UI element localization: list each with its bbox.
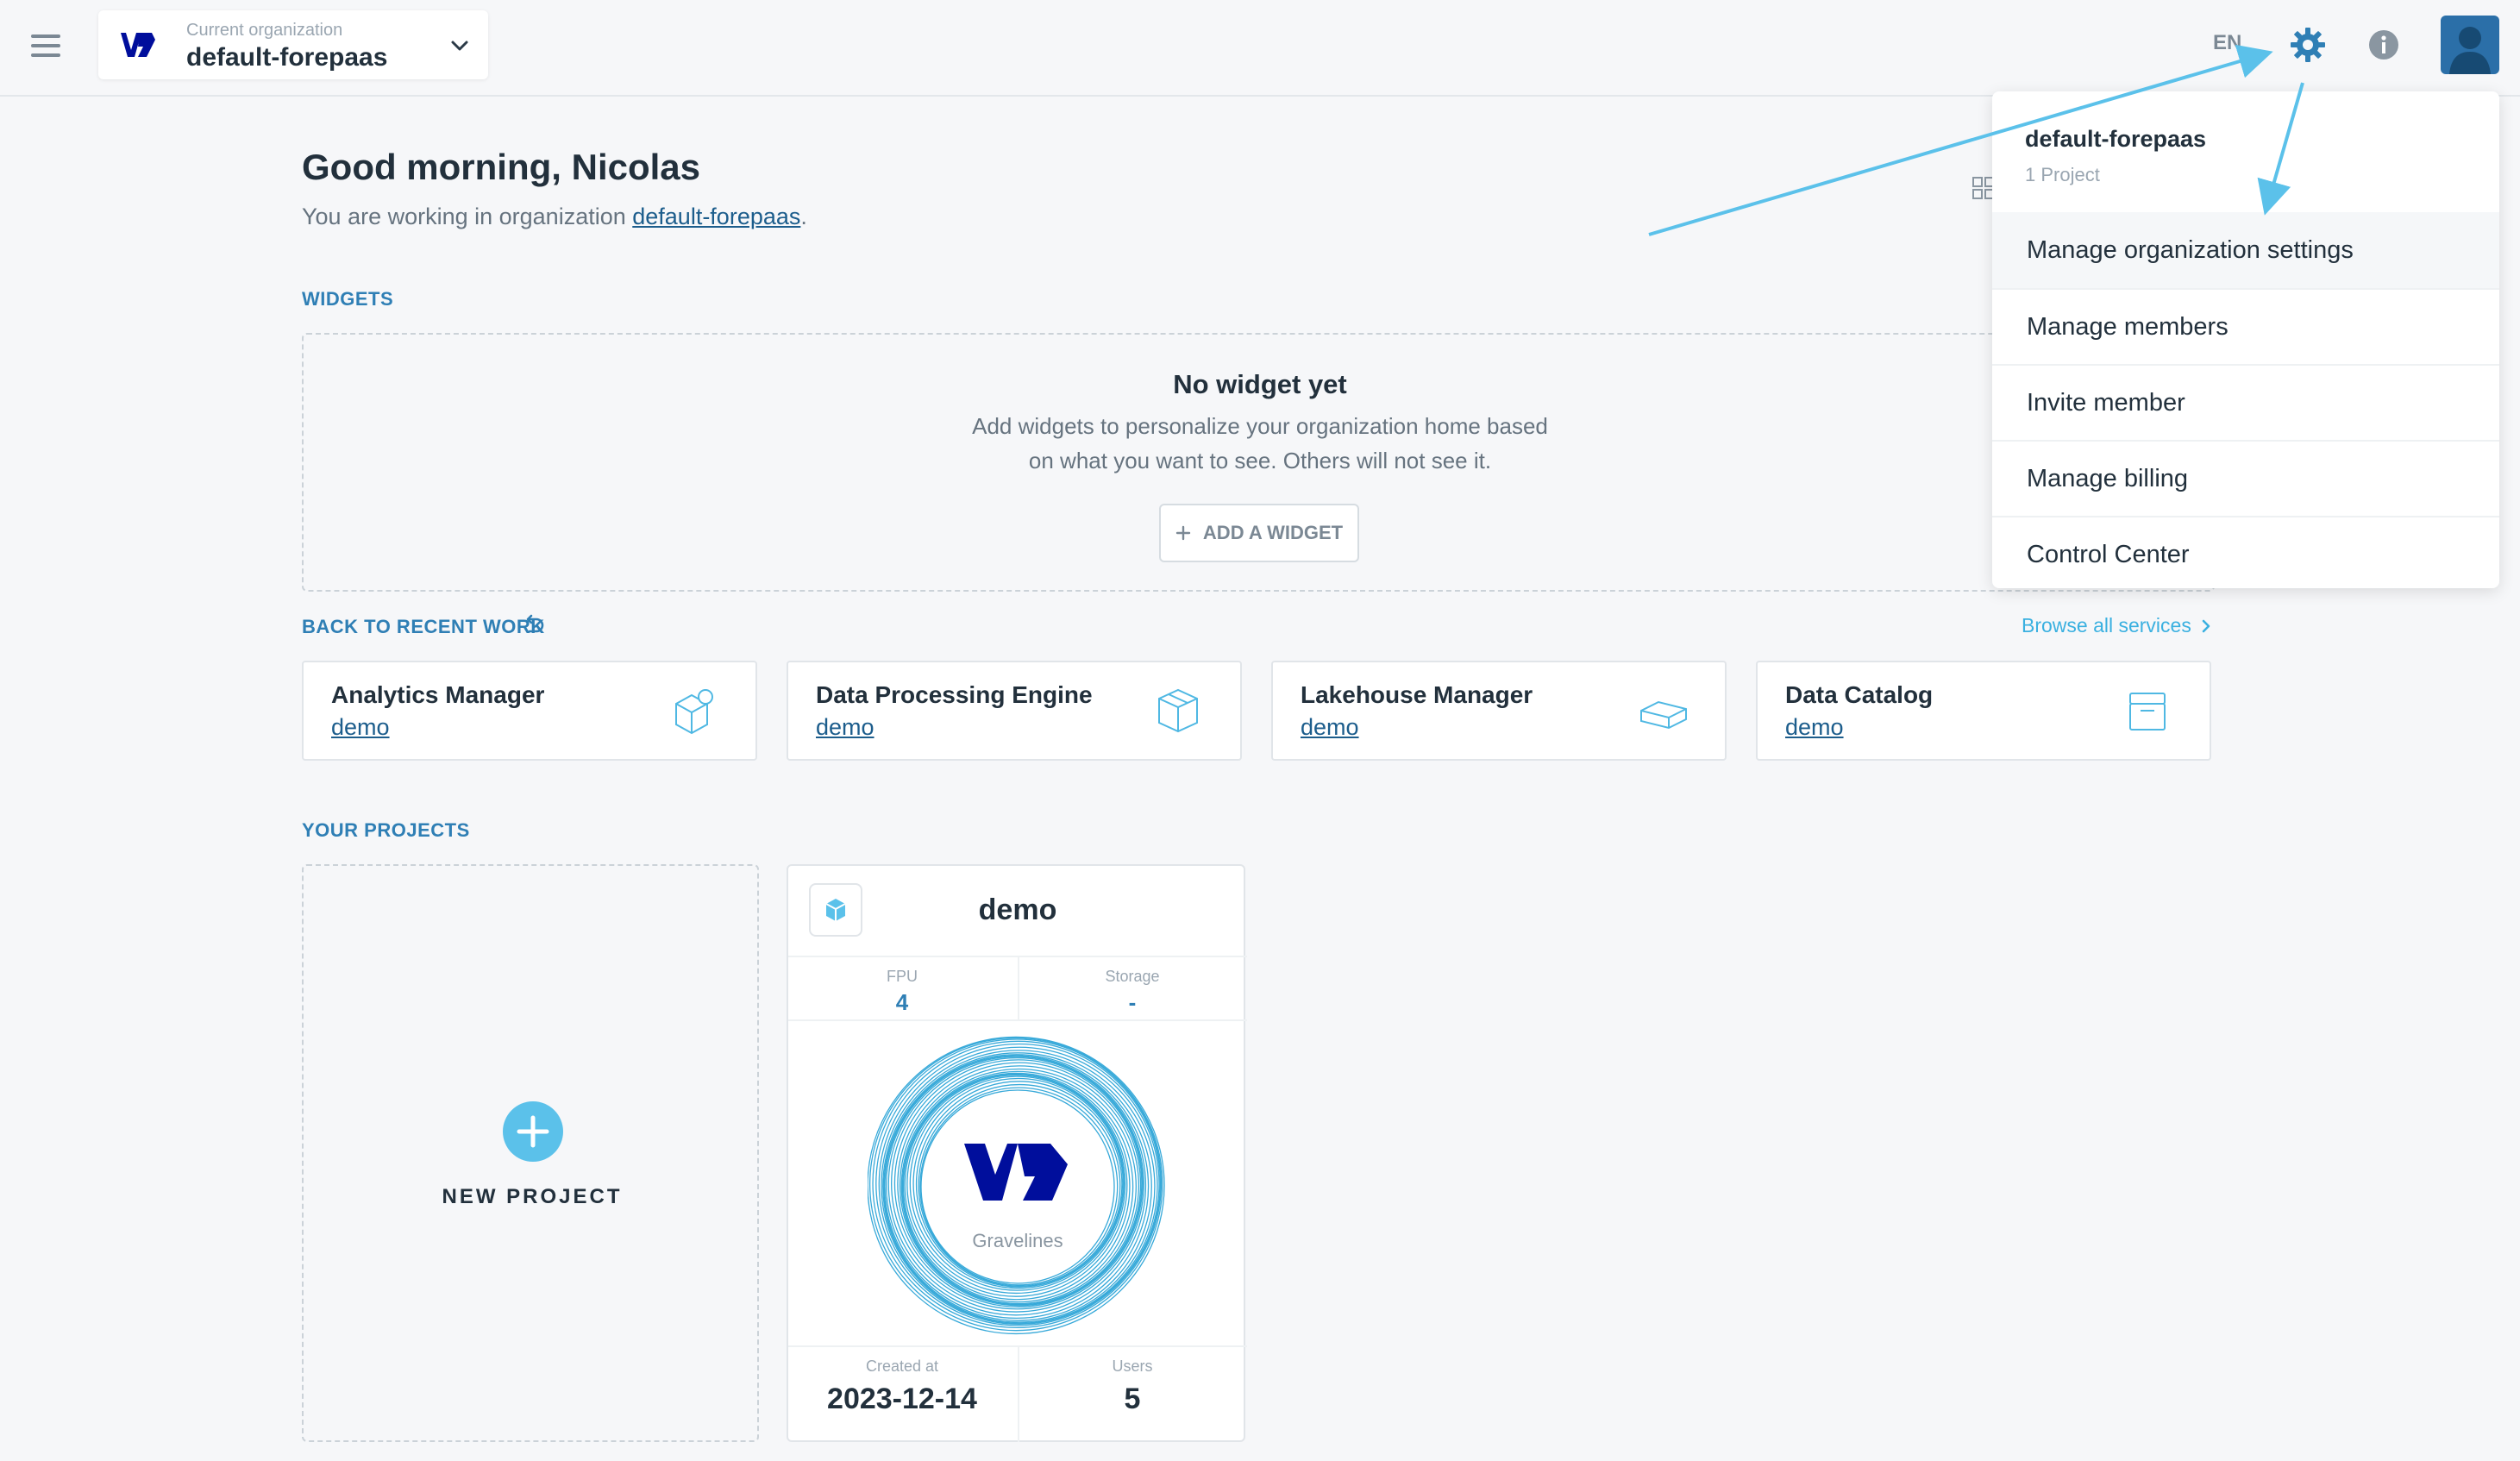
organization-link[interactable]: default-forepaas xyxy=(632,204,800,229)
menu-item-invite-member[interactable]: Invite member xyxy=(1992,364,2499,440)
working-suffix: . xyxy=(800,204,807,229)
projects-section-label: YOUR PROJECTS xyxy=(302,819,470,841)
menu-item-manage-organization-settings[interactable]: Manage organization settings xyxy=(1992,212,2499,288)
users-value: 5 xyxy=(1124,1383,1141,1415)
storage-label: Storage xyxy=(1105,968,1160,985)
project-info-row: Created at 2023-12-14 Users 5 xyxy=(788,1345,1247,1442)
widgets-section-label: WIDGETS xyxy=(302,288,394,310)
undo-icon[interactable] xyxy=(523,614,545,636)
user-avatar[interactable] xyxy=(2441,16,2499,74)
service-title: Data Processing Engine xyxy=(816,681,1093,708)
page-title: Good morning, Nicolas xyxy=(302,147,701,187)
region-label: Gravelines xyxy=(972,1230,1063,1251)
no-widget-title: No widget yet xyxy=(1173,369,1347,399)
new-project-label: NEW PROJECT xyxy=(442,1185,623,1208)
language-switch[interactable]: EN xyxy=(2213,31,2241,55)
catalog-icon xyxy=(2129,693,2166,730)
plus-circle-icon xyxy=(503,1101,563,1162)
users-cell: Users 5 xyxy=(1018,1347,1245,1442)
created-label: Created at xyxy=(865,1358,939,1375)
working-in-text: You are working in organization default-… xyxy=(302,204,807,230)
dropdown-org-name: default-forepaas xyxy=(2025,126,2207,152)
no-widget-description-line2: on what you want to see. Others will not… xyxy=(1028,448,1492,473)
fpu-cell: FPU 4 xyxy=(788,957,1016,1019)
new-project-button[interactable]: NEW PROJECT xyxy=(302,864,759,1442)
no-widget-description-line1: Add widgets to personalize your organiza… xyxy=(972,413,1548,439)
add-widget-button[interactable]: ADD A WIDGET xyxy=(1159,504,1359,562)
menu-icon[interactable] xyxy=(31,34,60,57)
users-label: Users xyxy=(1112,1358,1153,1375)
service-card-data-processing-engine[interactable]: Data Processing Engine demo xyxy=(787,661,1242,761)
info-icon[interactable] xyxy=(2366,28,2401,62)
created-value: 2023-12-14 xyxy=(827,1383,977,1415)
chevron-right-icon xyxy=(2202,619,2210,632)
service-card-analytics-manager[interactable]: Analytics Manager demo xyxy=(302,661,757,761)
project-metrics-row: FPU 4 Storage - xyxy=(788,956,1247,1021)
project-card-demo[interactable]: demo FPU 4 Storage - Gravelines Created … xyxy=(787,864,1247,1442)
storage-value: - xyxy=(1128,989,1137,1015)
working-prefix: You are working in organization xyxy=(302,204,633,229)
widgets-empty-box: No widget yet Add widgets to personalize… xyxy=(302,333,2215,592)
created-cell: Created at 2023-12-14 xyxy=(788,1347,1016,1442)
service-title: Lakehouse Manager xyxy=(1301,681,1533,708)
service-card-data-catalog[interactable]: Data Catalog demo xyxy=(1756,661,2211,761)
no-widget-description: Add widgets to personalize your organiza… xyxy=(958,409,1562,478)
service-title: Data Catalog xyxy=(1785,681,1934,708)
analytics-icon xyxy=(675,689,713,735)
ovh-logo xyxy=(121,33,155,57)
service-project-link[interactable]: demo xyxy=(331,714,390,741)
organization-selector[interactable]: Current organization default-forepaas xyxy=(98,10,488,79)
settings-dropdown: default-forepaas 1 Project Manage organi… xyxy=(1992,91,2499,588)
menu-item-control-center[interactable]: Control Center xyxy=(1992,516,2499,592)
project-name: demo xyxy=(978,894,1057,926)
plus-icon xyxy=(1175,525,1191,541)
service-card-lakehouse-manager[interactable]: Lakehouse Manager demo xyxy=(1271,661,1727,761)
fpu-label: FPU xyxy=(887,968,918,985)
top-bar: Current organization default-forepaas EN xyxy=(0,0,2520,97)
org-name: default-forepaas xyxy=(186,43,388,72)
service-title: Analytics Manager xyxy=(331,681,545,708)
recent-work-section-label: BACK TO RECENT WORK xyxy=(302,616,545,637)
storage-cell: Storage - xyxy=(1018,957,1245,1019)
dropdown-project-count: 1 Project xyxy=(2025,164,2100,185)
browse-all-services-link[interactable]: Browse all services xyxy=(2022,614,2212,637)
region-visual: Gravelines xyxy=(868,1036,1165,1335)
fpu-value: 4 xyxy=(895,989,909,1015)
processing-icon xyxy=(1158,688,1198,733)
gear-icon[interactable] xyxy=(2289,26,2327,64)
service-project-link[interactable]: demo xyxy=(1785,714,1844,741)
service-project-link[interactable]: demo xyxy=(816,714,874,741)
user-silhouette-icon xyxy=(2449,27,2491,74)
org-caption: Current organization xyxy=(186,21,343,40)
add-widget-label: ADD A WIDGET xyxy=(1202,522,1344,543)
menu-item-manage-members[interactable]: Manage members xyxy=(1992,288,2499,364)
menu-item-manage-billing[interactable]: Manage billing xyxy=(1992,440,2499,516)
service-project-link[interactable]: demo xyxy=(1301,714,1359,741)
browse-all-services-label: Browse all services xyxy=(2022,614,2191,636)
chevron-down-icon xyxy=(451,41,468,51)
lakehouse-icon xyxy=(1640,700,1687,730)
